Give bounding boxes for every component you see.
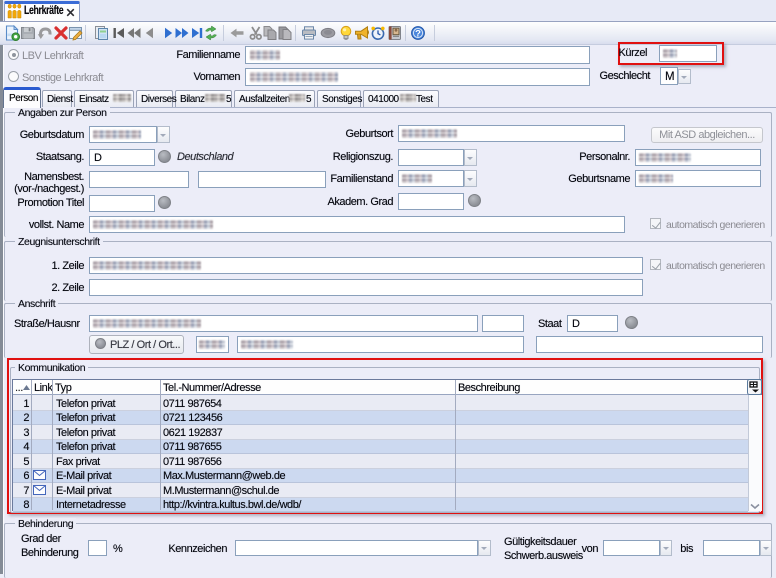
svg-text:?: ? (415, 29, 421, 40)
